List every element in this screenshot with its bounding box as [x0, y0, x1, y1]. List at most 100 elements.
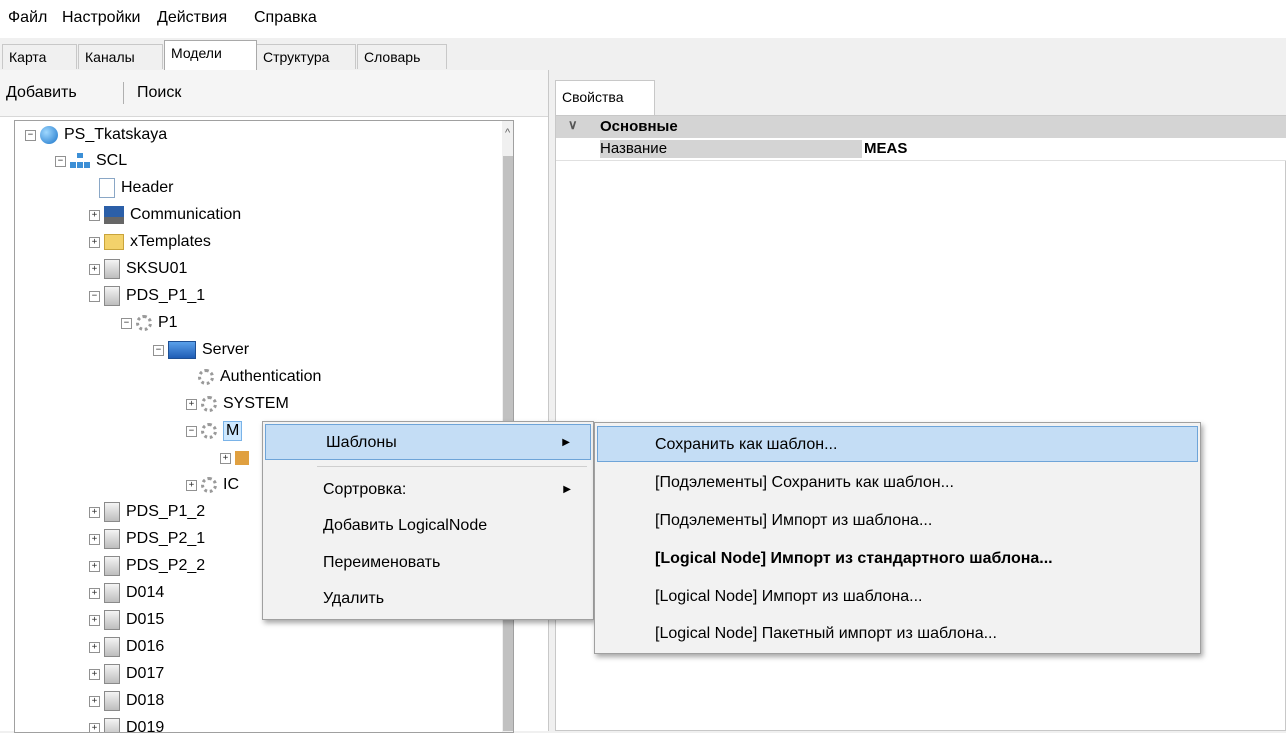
- logical-device-icon: [201, 477, 217, 493]
- expand-icon[interactable]: +: [89, 723, 100, 733]
- collapse-icon[interactable]: −: [25, 130, 36, 141]
- network-icon: [70, 153, 90, 169]
- server-icon: [104, 583, 120, 603]
- tree-node-d014[interactable]: + D014: [89, 580, 164, 606]
- tree-node-meas[interactable]: − M: [186, 418, 242, 444]
- submenu-arrow-icon: ▶: [562, 425, 570, 461]
- property-row[interactable]: Название MEAS: [556, 138, 1286, 161]
- tree-node-d019[interactable]: + D019: [89, 715, 164, 733]
- tree-node-pds-p1-1[interactable]: − PDS_P1_1: [89, 283, 205, 309]
- expand-icon[interactable]: +: [89, 696, 100, 707]
- tree-node-d016[interactable]: + D016: [89, 634, 164, 660]
- expand-icon[interactable]: +: [89, 561, 100, 572]
- logical-device-icon: [136, 315, 152, 331]
- expand-icon[interactable]: +: [186, 480, 197, 491]
- expand-icon[interactable]: +: [89, 237, 100, 248]
- add-button[interactable]: Добавить: [6, 84, 77, 102]
- server-screen-icon: [168, 341, 196, 359]
- expand-icon[interactable]: +: [89, 534, 100, 545]
- menu-settings[interactable]: Настройки: [62, 9, 140, 27]
- tab-channels[interactable]: Каналы: [78, 44, 163, 69]
- toolbar-separator: [123, 82, 124, 104]
- tree-node-pds-p1-2[interactable]: + PDS_P1_2: [89, 499, 205, 525]
- expand-icon[interactable]: +: [89, 264, 100, 275]
- expand-icon[interactable]: +: [89, 669, 100, 680]
- menu-item-rename[interactable]: Переименовать: [265, 545, 591, 581]
- submenu-arrow-icon: ▶: [563, 472, 571, 508]
- expand-icon[interactable]: +: [89, 507, 100, 518]
- tree-node-system[interactable]: + SYSTEM: [186, 391, 289, 417]
- expand-icon[interactable]: +: [186, 399, 197, 410]
- tree-node-server[interactable]: − Server: [153, 337, 249, 363]
- tree-node-d018[interactable]: + D018: [89, 688, 164, 714]
- collapse-icon[interactable]: −: [55, 156, 66, 167]
- menu-separator: [317, 466, 587, 467]
- search-button[interactable]: Поиск: [137, 84, 181, 102]
- menu-item-add-logical-node[interactable]: Добавить LogicalNode: [265, 508, 591, 544]
- menu-help[interactable]: Справка: [254, 9, 317, 27]
- menu-item-ln-import-standard-template[interactable]: [Logical Node] Импорт из стандартного ша…: [597, 541, 1198, 577]
- collapse-icon[interactable]: −: [186, 426, 197, 437]
- tree-node-authentication[interactable]: Authentication: [198, 364, 321, 390]
- logical-device-icon: [201, 423, 217, 439]
- menu-item-ln-batch-import-template[interactable]: [Logical Node] Пакетный импорт из шаблон…: [597, 616, 1198, 652]
- tree-node-sksu01[interactable]: + SKSU01: [89, 256, 187, 282]
- menu-item-ln-import-template[interactable]: [Logical Node] Импорт из шаблона...: [597, 579, 1198, 615]
- tab-models[interactable]: Модели: [164, 40, 257, 70]
- logical-device-icon: [201, 396, 217, 412]
- tree-node-d017[interactable]: + D017: [89, 661, 164, 687]
- server-icon: [104, 259, 120, 279]
- tree-node-scl[interactable]: − SCL: [55, 148, 127, 174]
- collapse-icon[interactable]: −: [153, 345, 164, 356]
- tab-map[interactable]: Карта: [2, 44, 77, 69]
- server-icon: [104, 529, 120, 549]
- tab-structure[interactable]: Структура: [256, 44, 356, 69]
- tree-node-communication[interactable]: + Communication: [89, 202, 241, 228]
- expand-icon[interactable]: +: [89, 588, 100, 599]
- server-icon: [104, 691, 120, 711]
- section-header[interactable]: ∨ Основные: [556, 116, 1286, 138]
- context-menu: Шаблоны ▶ Сортровка: ▶ Добавить LogicalN…: [262, 421, 594, 620]
- tree-node-pds-p2-2[interactable]: + PDS_P2_2: [89, 553, 205, 579]
- expand-icon[interactable]: +: [89, 642, 100, 653]
- expand-icon[interactable]: +: [89, 615, 100, 626]
- tab-properties[interactable]: Свойства: [555, 80, 655, 116]
- server-icon: [104, 502, 120, 522]
- tab-dictionary[interactable]: Словарь: [357, 44, 447, 69]
- menu-item-sort[interactable]: Сортровка: ▶: [265, 472, 591, 508]
- property-name: Название: [600, 140, 862, 158]
- menu-item-save-as-template[interactable]: Сохранить как шаблон...: [597, 426, 1198, 462]
- menu-item-templates[interactable]: Шаблоны ▶: [265, 424, 591, 460]
- logical-device-icon: [198, 369, 214, 385]
- tree-node-header[interactable]: Header: [99, 175, 173, 201]
- menu-item-subelements-import-template[interactable]: [Подэлементы] Импорт из шаблона...: [597, 503, 1198, 539]
- tree-node-xtemplates[interactable]: + xTemplates: [89, 229, 211, 255]
- chevron-down-icon[interactable]: ∨: [568, 117, 578, 133]
- tree-node-d015[interactable]: + D015: [89, 607, 164, 633]
- server-icon: [104, 664, 120, 684]
- collapse-icon[interactable]: −: [89, 291, 100, 302]
- models-panel: Добавить Поиск − PS_Tkatskaya − SCL Head…: [0, 70, 549, 731]
- tree-node-p1[interactable]: − P1: [121, 310, 178, 336]
- menu-item-delete[interactable]: Удалить: [265, 581, 591, 617]
- menu-file[interactable]: Файл: [8, 9, 47, 27]
- menu-item-subelements-save-template[interactable]: [Подэлементы] Сохранить как шаблон...: [597, 465, 1198, 501]
- tree-node-root[interactable]: − PS_Tkatskaya: [25, 122, 167, 148]
- server-icon: [104, 556, 120, 576]
- folder-icon: [104, 234, 124, 250]
- tree-toolbar: Добавить Поиск: [0, 70, 548, 117]
- globe-icon: [40, 126, 58, 144]
- tree-node-meas-child[interactable]: +: [220, 445, 255, 471]
- tree-node-io[interactable]: + IC: [186, 472, 239, 498]
- expand-icon[interactable]: +: [89, 210, 100, 221]
- document-icon: [99, 178, 115, 198]
- computer-icon: [104, 206, 124, 224]
- expand-icon[interactable]: +: [220, 453, 231, 464]
- server-icon: [104, 286, 120, 306]
- menu-bar: Файл Настройки Действия Справка: [0, 0, 1286, 38]
- property-value[interactable]: MEAS: [864, 140, 907, 157]
- collapse-icon[interactable]: −: [121, 318, 132, 329]
- tree-node-pds-p2-1[interactable]: + PDS_P2_1: [89, 526, 205, 552]
- menu-actions[interactable]: Действия: [157, 9, 227, 27]
- scroll-up-icon[interactable]: ^: [505, 127, 510, 139]
